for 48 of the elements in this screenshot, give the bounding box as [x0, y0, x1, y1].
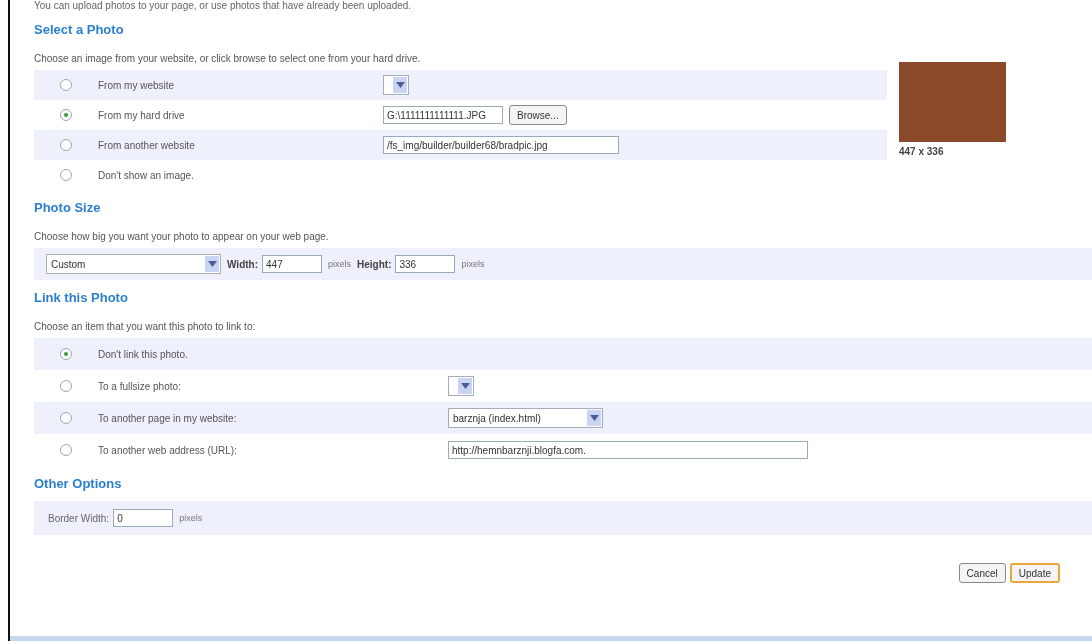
dropdown[interactable]: [383, 75, 409, 95]
border-width-field[interactable]: 0: [113, 509, 174, 527]
browse-button[interactable]: Browse...: [509, 105, 567, 125]
intro-text: You can upload photos to your page, or use photos that have already been uploaded.: [34, 0, 413, 12]
width-field[interactable]: 447: [262, 255, 322, 273]
caret-icon: [205, 256, 219, 272]
option-label: From my hard drive: [98, 109, 186, 121]
height-field[interactable]: 336: [395, 255, 456, 273]
radio-button[interactable]: [60, 444, 72, 456]
caret-icon: [393, 77, 407, 93]
section-heading: Photo Size: [34, 199, 102, 217]
option-label: From my website: [98, 79, 176, 91]
dropdown[interactable]: [448, 376, 474, 396]
cancel-button[interactable]: Cancel: [958, 563, 1006, 583]
radio-button[interactable]: [60, 109, 72, 121]
option-label: To another web address (URL):: [98, 444, 238, 456]
radio-button[interactable]: [60, 169, 72, 181]
update-button[interactable]: Update: [1009, 563, 1060, 583]
dropdown[interactable]: barznja (index.html): [448, 408, 603, 428]
border-width-label: Border Width:: [48, 512, 110, 524]
image-url-field[interactable]: /fs_img/builder/builder68/bradpic.jpg: [383, 136, 619, 154]
caret-icon: [458, 378, 472, 394]
radio-button[interactable]: [60, 412, 72, 424]
section-heading: Other Options: [34, 475, 123, 493]
unit-label: pixels: [461, 259, 485, 269]
height-label: Height:: [357, 258, 392, 270]
section-description: Choose an image from your website, or click browse to select one from your hard drive.: [34, 52, 422, 66]
caret-icon: [587, 410, 601, 426]
size-dropdown[interactable]: Custom: [46, 254, 221, 274]
unit-label: pixels: [328, 259, 352, 269]
url-field[interactable]: http://hemnbarznji.blogfa.com.: [448, 441, 808, 459]
file-path-field[interactable]: G:\1111111111111.JPG: [383, 106, 503, 124]
option-label: To a fullsize photo:: [98, 380, 182, 392]
radio-button[interactable]: [60, 79, 72, 91]
section-heading: Link this Photo: [34, 289, 129, 307]
section-description: Choose how big you want your photo to appear on your web page.: [34, 230, 330, 244]
unit-label: pixels: [179, 513, 203, 523]
radio-button[interactable]: [60, 348, 72, 360]
section-heading: Select a Photo: [34, 21, 125, 39]
image-dimensions: 447 x 336: [899, 146, 945, 157]
radio-button[interactable]: [60, 380, 72, 392]
option-label: Don't show an image.: [98, 169, 195, 181]
option-label: Don't link this photo.: [98, 348, 189, 360]
section-description: Choose an item that you want this photo to link to:: [34, 320, 257, 334]
width-label: Width:: [227, 258, 258, 270]
option-label: From another website: [98, 139, 196, 151]
radio-button[interactable]: [60, 139, 72, 151]
option-label: To another page in my website:: [98, 412, 238, 424]
